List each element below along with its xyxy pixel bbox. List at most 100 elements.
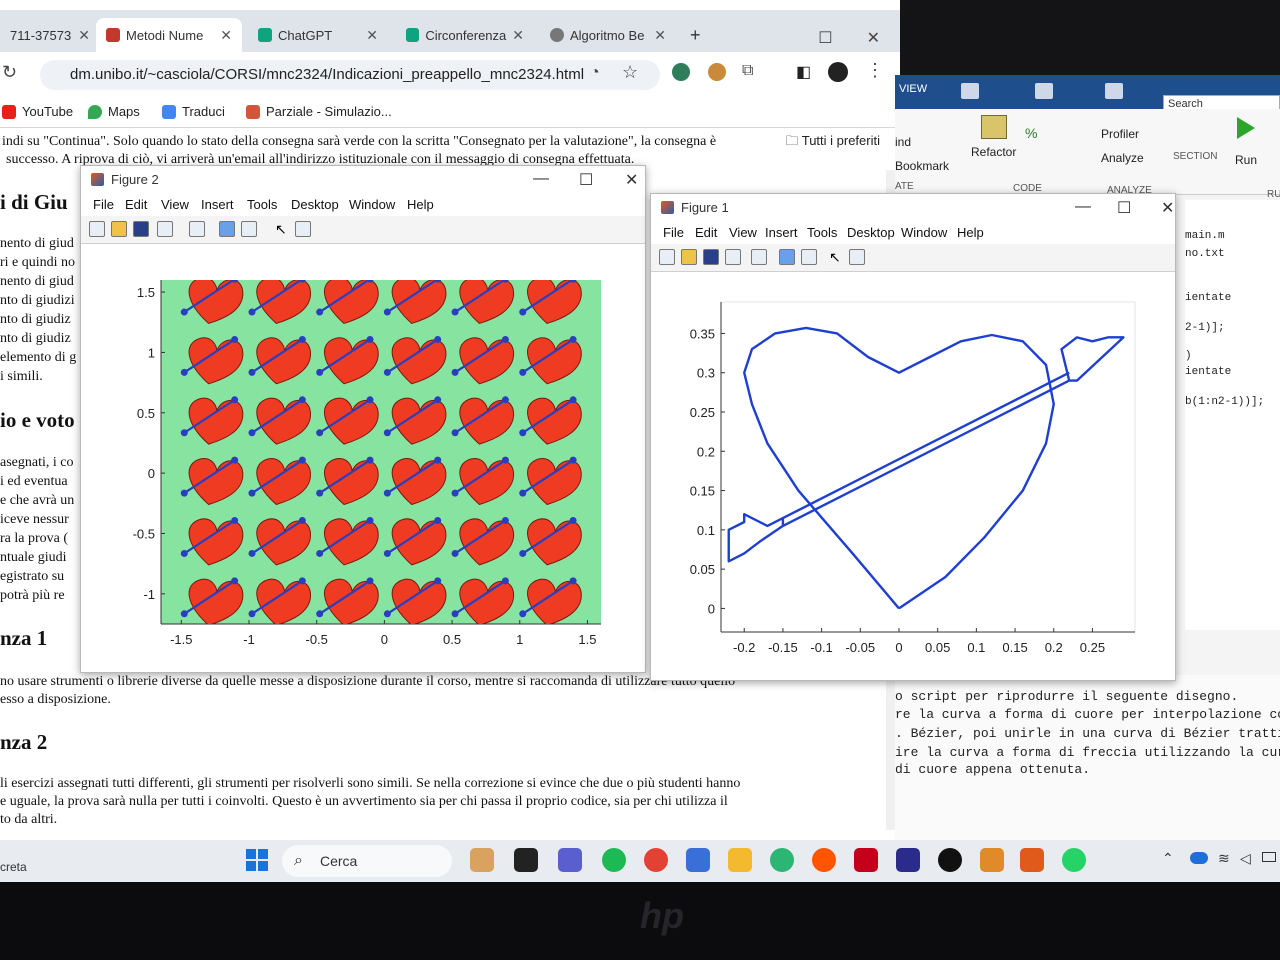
menu-insert[interactable]: Insert: [765, 225, 798, 240]
menu-file[interactable]: File: [93, 197, 114, 212]
chrome-icon[interactable]: [644, 848, 668, 872]
close-icon[interactable]: ✕: [1161, 198, 1174, 218]
maximize-icon[interactable]: ☐: [579, 170, 593, 190]
widget-icon[interactable]: [470, 848, 494, 872]
wifi-icon[interactable]: ≋: [1218, 850, 1230, 867]
colorbar-icon[interactable]: [219, 221, 235, 237]
puzzle-icon[interactable]: ⧉: [742, 62, 753, 80]
sidepanel-icon[interactable]: ◧: [796, 62, 811, 82]
bookmark-youtube[interactable]: YouTube: [2, 104, 73, 119]
extension-icon[interactable]: [708, 63, 726, 81]
tab-algoritmo[interactable]: Algoritmo Be ✕: [540, 18, 676, 52]
open-icon[interactable]: [681, 249, 697, 265]
soundcloud-icon[interactable]: [812, 848, 836, 872]
new-figure-icon[interactable]: [659, 249, 675, 265]
spotify-icon[interactable]: [602, 848, 626, 872]
onedrive-icon[interactable]: [1190, 852, 1208, 864]
menu-tools[interactable]: Tools: [807, 225, 837, 240]
print-icon[interactable]: [157, 221, 173, 237]
tab-metodi[interactable]: Metodi Nume ✕: [96, 18, 242, 52]
bookmark-traduci[interactable]: Traduci: [162, 104, 225, 119]
maximize-icon[interactable]: ☐: [1117, 198, 1131, 218]
new-figure-icon[interactable]: [89, 221, 105, 237]
close-icon[interactable]: ✕: [220, 27, 232, 44]
battery-icon[interactable]: [1262, 852, 1276, 862]
task-view-icon[interactable]: [514, 848, 538, 872]
editor-pane[interactable]: main.m no.txt ientate 2-1)]; ) ientate b…: [1185, 200, 1280, 630]
extension-icon[interactable]: [672, 63, 690, 81]
cut-icon[interactable]: [1035, 83, 1053, 99]
java-icon[interactable]: [980, 848, 1004, 872]
find-button[interactable]: ind: [895, 135, 911, 149]
star-icon[interactable]: ☆: [622, 62, 638, 83]
property-icon[interactable]: [295, 221, 311, 237]
percent-icon[interactable]: %: [1025, 125, 1037, 141]
volume-icon[interactable]: ◁: [1240, 850, 1251, 867]
chevron-up-icon[interactable]: ⌃: [1162, 850, 1174, 867]
pointer-icon[interactable]: ↖: [275, 221, 291, 237]
save-icon[interactable]: [133, 221, 149, 237]
app-icon[interactable]: [896, 848, 920, 872]
run-button[interactable]: Run: [1235, 153, 1257, 167]
run-icon[interactable]: [1237, 117, 1255, 139]
minimize-icon[interactable]: —: [533, 170, 549, 188]
taskbar-search[interactable]: ⌕ Cerca: [282, 845, 452, 877]
analyze-button[interactable]: Analyze: [1101, 151, 1144, 165]
link-icon[interactable]: [189, 221, 205, 237]
tab-1[interactable]: 711-37573 ✕: [0, 18, 100, 52]
menu-desktop[interactable]: Desktop: [847, 225, 895, 240]
restore-icon[interactable]: ☐: [818, 28, 832, 48]
menu-view[interactable]: View: [161, 197, 189, 212]
editor-tab[interactable]: no.txt: [1185, 248, 1225, 260]
tiktok-icon[interactable]: [938, 848, 962, 872]
pointer-icon[interactable]: ↖: [829, 249, 845, 265]
link-icon[interactable]: [751, 249, 767, 265]
performance-icon[interactable]: ◔: [590, 64, 600, 82]
whatsapp-icon[interactable]: [1062, 848, 1086, 872]
menu-help[interactable]: Help: [957, 225, 984, 240]
menu-tools[interactable]: Tools: [247, 197, 277, 212]
tab-chatgpt[interactable]: ChatGPT ✕: [248, 18, 388, 52]
save-icon[interactable]: [703, 249, 719, 265]
store-icon[interactable]: [686, 848, 710, 872]
legend-icon[interactable]: [801, 249, 817, 265]
teams-icon[interactable]: [558, 848, 582, 872]
menu-view[interactable]: View: [729, 225, 757, 240]
minimize-icon[interactable]: —: [1075, 198, 1091, 216]
new-tab-button[interactable]: +: [680, 18, 710, 52]
bookmark-button[interactable]: Bookmark: [895, 159, 949, 173]
open-icon[interactable]: [111, 221, 127, 237]
avatar[interactable]: [828, 62, 848, 82]
menu-help[interactable]: Help: [407, 197, 434, 212]
matlab-icon[interactable]: [1020, 848, 1044, 872]
print-icon[interactable]: [725, 249, 741, 265]
edge-icon[interactable]: [770, 848, 794, 872]
close-icon[interactable]: ✕: [867, 28, 880, 48]
menu-insert[interactable]: Insert: [201, 197, 234, 212]
url-field[interactable]: dm.unibo.it/~casciola/CORSI/mnc2324/Indi…: [40, 60, 660, 90]
legend-icon[interactable]: [241, 221, 257, 237]
reload-icon[interactable]: ↻: [2, 62, 17, 83]
close-icon[interactable]: ✕: [366, 27, 378, 44]
close-icon[interactable]: ✕: [654, 27, 666, 44]
tab-view[interactable]: VIEW: [899, 83, 927, 95]
profiler-button[interactable]: Profiler: [1101, 127, 1139, 141]
editor-tab[interactable]: main.m: [1185, 230, 1225, 242]
close-icon[interactable]: ✕: [512, 27, 524, 44]
menu-desktop[interactable]: Desktop: [291, 197, 339, 212]
file-explorer-icon[interactable]: [728, 848, 752, 872]
refactor-button[interactable]: Refactor: [971, 145, 1016, 159]
menu-edit[interactable]: Edit: [125, 197, 147, 212]
menu-dots-icon[interactable]: ⋮: [866, 60, 884, 81]
save-icon[interactable]: [961, 83, 979, 99]
tab-circonferenza[interactable]: Circonferenza ✕: [396, 18, 534, 52]
close-icon[interactable]: ✕: [78, 27, 90, 44]
help-icon[interactable]: [1105, 83, 1123, 99]
netflix-icon[interactable]: [854, 848, 878, 872]
windows-start-icon[interactable]: [246, 849, 268, 871]
close-icon[interactable]: ✕: [625, 170, 638, 190]
bookmark-parziale[interactable]: Parziale - Simulazio...: [246, 104, 392, 119]
colorbar-icon[interactable]: [779, 249, 795, 265]
menu-file[interactable]: File: [663, 225, 684, 240]
property-icon[interactable]: [849, 249, 865, 265]
